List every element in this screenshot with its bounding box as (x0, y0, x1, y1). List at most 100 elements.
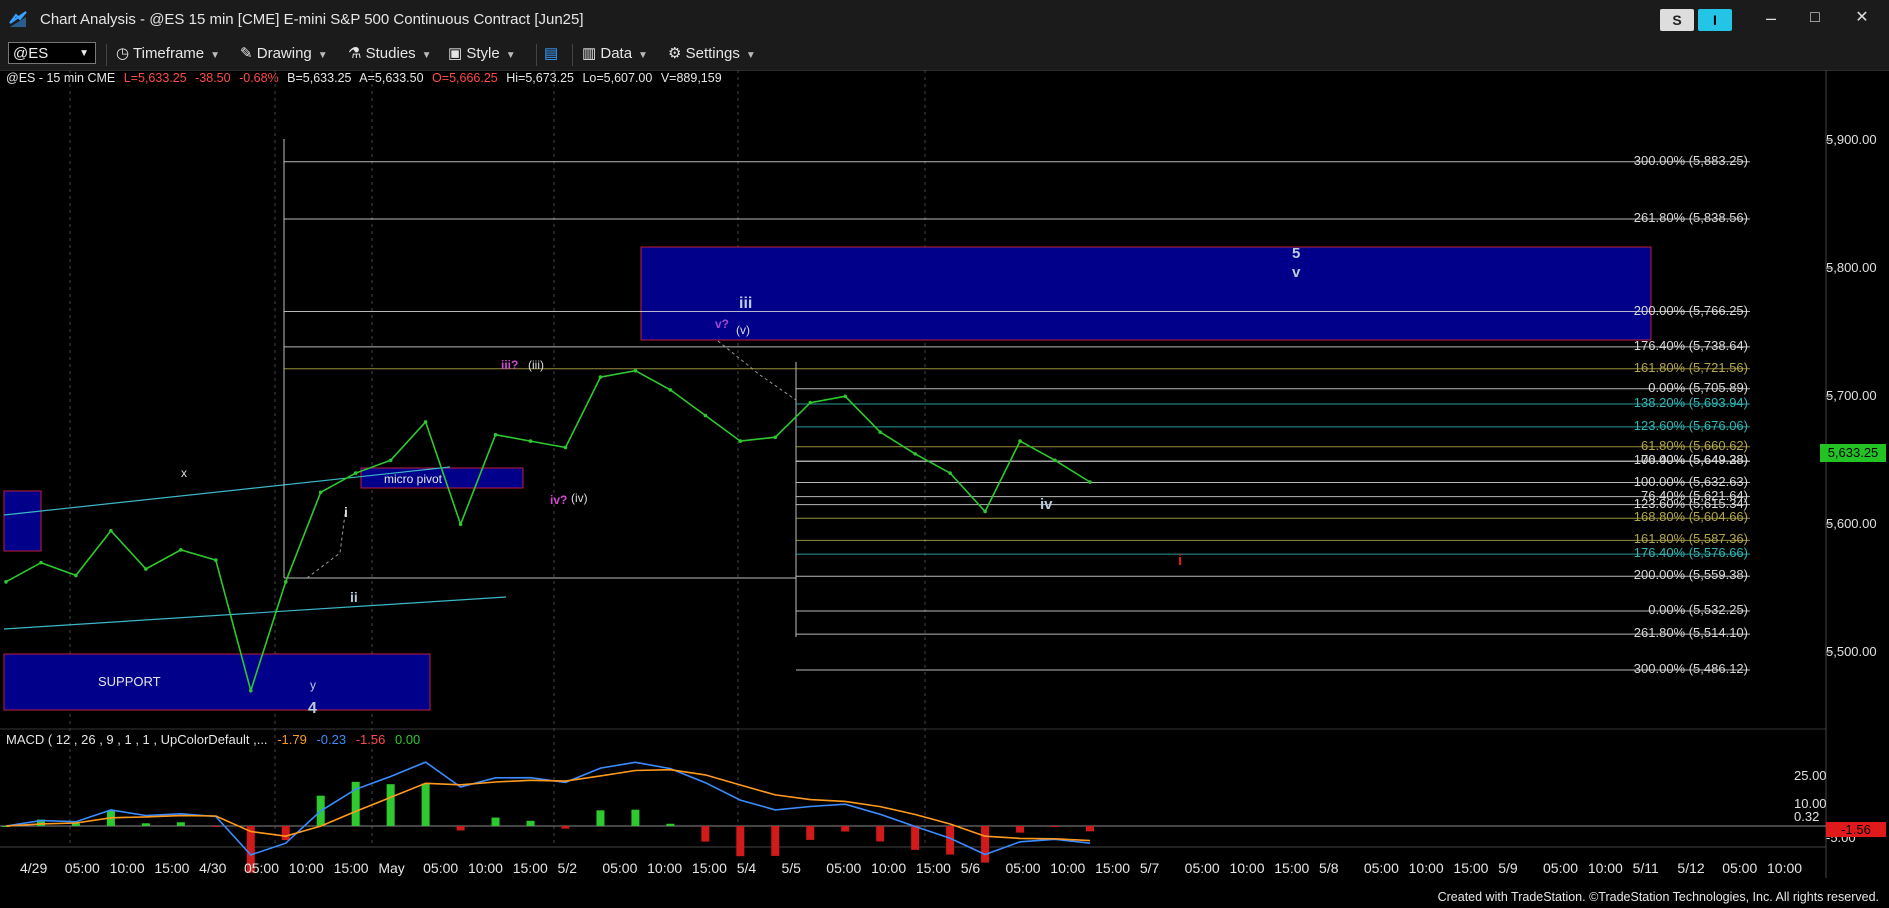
maximize-button[interactable]: □ (1800, 6, 1830, 30)
date-axis-label: 10:00 (467, 860, 503, 876)
drawing-menu[interactable]: ✎ Drawing ▼ (240, 44, 328, 62)
macd-value-2: -0.23 (316, 732, 347, 747)
macd-value-4: 0.00 (394, 732, 421, 747)
clock-icon: ◷ (116, 45, 130, 62)
wave-iv-paren-label: (iv) (571, 491, 588, 505)
fib-level-label: 161.80% (5,721.56) (1633, 359, 1748, 375)
price-point (703, 413, 708, 418)
date-axis-label: 10:00 (871, 860, 907, 876)
data-menu[interactable]: ▥ Data ▼ (582, 44, 648, 62)
price-point (1088, 480, 1092, 484)
fib-level-label: 261.80% (5,514.10) (1633, 625, 1748, 641)
window-title: Chart Analysis - @ES 15 min [CME] E-mini… (40, 11, 584, 28)
date-axis-label: 15:00 (1095, 860, 1131, 876)
date-axis-label: 05:00 (1722, 860, 1758, 876)
date-axis-label: 5/8 (1319, 860, 1339, 876)
fib-level-label: 123.60% (5,676.06) (1633, 417, 1748, 433)
macd-line (5, 761, 1091, 856)
macd-histogram-bar (141, 823, 150, 826)
price-point (598, 375, 603, 379)
wave-i-red-label: i (1178, 552, 1183, 569)
price-point (248, 688, 253, 693)
fib-level-label: 261.80% (5,838.56) (1633, 209, 1748, 225)
target-zone (640, 246, 1652, 341)
price-axis-label: 5,800.00 (1826, 260, 1877, 276)
price-point (913, 452, 917, 456)
wave-4-label: 4 (308, 700, 317, 717)
macd-histogram-bar (456, 826, 465, 831)
date-axis-label: 05:00 (243, 860, 280, 876)
data-label: Data (600, 45, 633, 62)
date-axis-label: 5/7 (1139, 860, 1160, 876)
macd-axis-25: 25.00 (1794, 768, 1827, 783)
price-point (144, 567, 148, 571)
date-axis-label: 05:00 (423, 860, 459, 876)
settings-menu[interactable]: ⚙ Settings ▼ (668, 44, 756, 62)
date-axis-label: 15:00 (691, 860, 727, 876)
s-button[interactable]: S (1660, 9, 1694, 31)
price-chart[interactable] (0, 70, 1889, 878)
fib-lower-lines (796, 388, 1750, 671)
macd-histogram-bar (666, 823, 675, 826)
toolbar-divider (106, 44, 107, 66)
macd-histogram-bar (981, 826, 990, 863)
fib-level-label: 176.40% (5,738.64) (1633, 337, 1748, 353)
date-axis-label: 05:00 (1363, 860, 1399, 876)
date-axis-label: 05:00 (1543, 860, 1579, 876)
price-point (633, 368, 638, 373)
fib-level-label: 300.00% (5,883.25) (1633, 152, 1748, 168)
price-point (738, 439, 743, 443)
i-button[interactable]: I (1698, 9, 1732, 31)
wave-connector-2 (717, 340, 797, 401)
date-axis-label: 10:00 (1229, 860, 1265, 876)
price-point (39, 560, 43, 565)
macd-histogram-bar (736, 826, 745, 857)
close-button[interactable]: ✕ (1847, 6, 1877, 30)
fib-level-label: 76.40% (5,649.28) (1641, 452, 1748, 468)
price-point (843, 394, 848, 399)
date-axis-label: 4/30 (199, 860, 227, 876)
chevron-down-icon: ▼ (638, 50, 648, 61)
minimize-button[interactable]: – (1756, 6, 1786, 30)
gear-icon: ⚙ (668, 45, 682, 62)
date-axis-label: May (378, 860, 405, 876)
studies-label: Studies (365, 45, 416, 62)
symbol-input[interactable]: @ES ▼ (8, 42, 96, 64)
last-price-tag: 5,633.25 (1820, 444, 1886, 462)
date-axis-label: 10:00 (1587, 860, 1623, 876)
macd-histogram-bar (596, 810, 605, 826)
date-axis-label: 10:00 (1050, 860, 1086, 876)
studies-menu[interactable]: ⚗ Studies ▼ (348, 44, 432, 62)
macd-histogram-bar (281, 826, 290, 841)
date-axis-label: 10:00 (1767, 860, 1803, 876)
fib-level-label: 0.00% (5,532.25) (1648, 601, 1748, 617)
price-point (4, 580, 8, 584)
macd-histogram-bar (1051, 826, 1060, 828)
macd-histogram-bar (806, 826, 815, 840)
macd-study-name: MACD ( 12 , 26 , 9 , 1 , 1 , UpColorDefa… (6, 732, 268, 747)
price-point (948, 471, 952, 475)
chevron-down-icon: ▼ (745, 50, 756, 61)
price-axis-label: 5,600.00 (1826, 516, 1877, 532)
wave-iv-label: iv (1040, 496, 1053, 513)
session-separators (69, 70, 926, 847)
style-menu[interactable]: ▣ Style ▼ (448, 44, 516, 62)
price-point (283, 580, 288, 584)
price-point (563, 445, 568, 450)
price-point (808, 400, 813, 405)
settings-label: Settings (685, 45, 740, 62)
price-point (388, 458, 393, 463)
macd-value-1: -1.79 (277, 732, 307, 747)
price-point (878, 430, 882, 434)
macd-histogram-bar (771, 826, 780, 856)
chevron-down-icon: ▼ (79, 48, 89, 59)
wave-iii-paren-label: (iii) (528, 358, 544, 372)
macd-histogram-bar (421, 783, 430, 826)
macd-histogram-bar (841, 826, 850, 832)
symbol-value: @ES (13, 45, 49, 62)
timeframe-menu[interactable]: ◷ Timeframe ▼ (116, 44, 220, 62)
pencil-icon: ✎ (240, 45, 253, 62)
macd-histogram-bar (211, 826, 220, 827)
date-axis-label: 05:00 (1005, 860, 1041, 876)
workspace-icon[interactable]: ▤ (544, 44, 558, 62)
